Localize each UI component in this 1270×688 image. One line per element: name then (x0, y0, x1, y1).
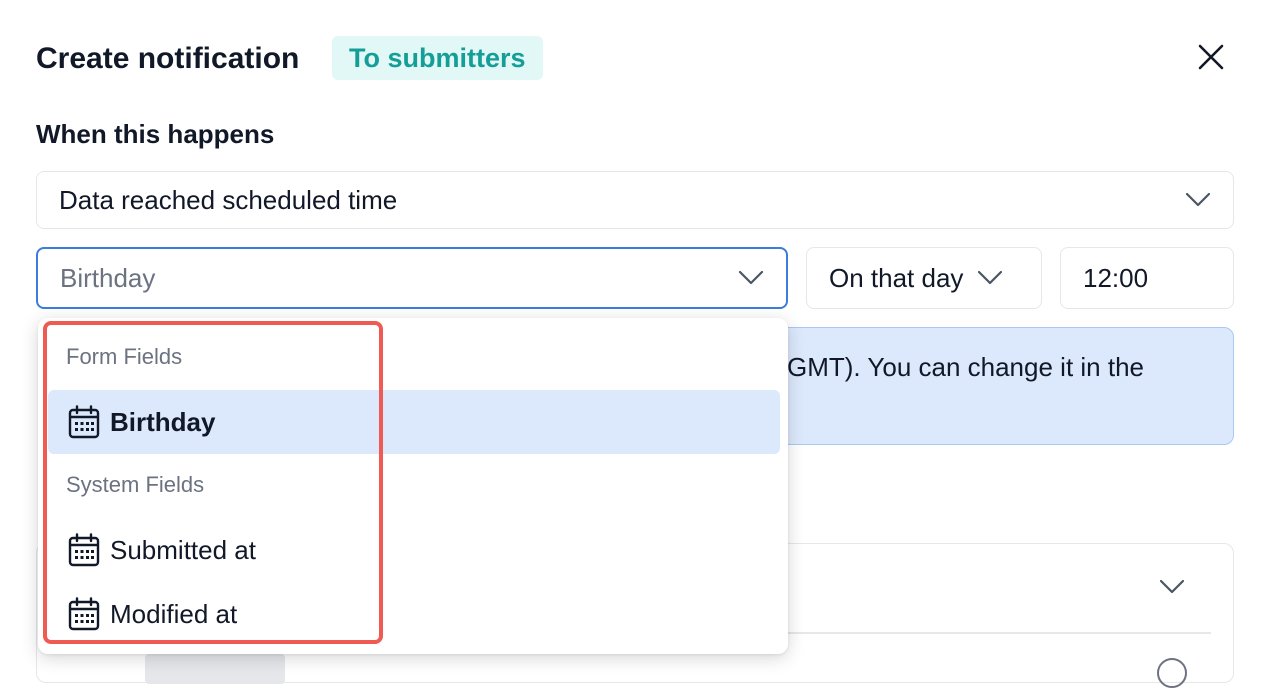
chevron-down-icon[interactable] (1159, 579, 1185, 600)
dialog-title: Create notification (36, 42, 300, 75)
chevron-down-icon (977, 270, 1003, 286)
group-label-form-fields: Form Fields (66, 344, 183, 369)
option-label: Modified at (110, 598, 238, 629)
calendar-icon (66, 532, 102, 568)
section-label-when: When this happens (36, 119, 275, 149)
info-circle-icon[interactable] (1157, 658, 1187, 688)
audience-badge: To submitters (332, 36, 543, 80)
option-birthday[interactable]: Birthday (48, 390, 780, 454)
day-offset-value: On that day (829, 262, 964, 293)
option-submitted-at[interactable]: Submitted at (48, 518, 780, 582)
chevron-down-icon (738, 270, 764, 286)
group-label-system-fields: System Fields (66, 472, 205, 497)
option-modified-at[interactable]: Modified at (48, 582, 780, 646)
date-field-select[interactable]: Birthday (36, 247, 788, 309)
time-input-value: 12:00 (1083, 262, 1149, 293)
timezone-info-text: GMT). You can change it in the (787, 352, 1144, 382)
close-icon (1196, 42, 1226, 77)
calendar-icon (66, 404, 102, 440)
day-offset-select[interactable]: On that day (806, 247, 1042, 309)
option-label: Submitted at (110, 534, 256, 565)
trigger-select[interactable]: Data reached scheduled time (36, 171, 1234, 229)
variable-chip (145, 654, 285, 684)
option-label: Birthday (110, 406, 216, 437)
chevron-down-icon (1185, 192, 1211, 208)
time-input[interactable]: 12:00 (1060, 247, 1234, 309)
calendar-icon (66, 596, 102, 632)
close-button[interactable] (1190, 38, 1232, 80)
date-field-select-value: Birthday (60, 262, 156, 293)
trigger-select-value: Data reached scheduled time (59, 184, 398, 215)
date-field-dropdown: Form Fields Birthday System Fields Submi… (38, 318, 788, 654)
